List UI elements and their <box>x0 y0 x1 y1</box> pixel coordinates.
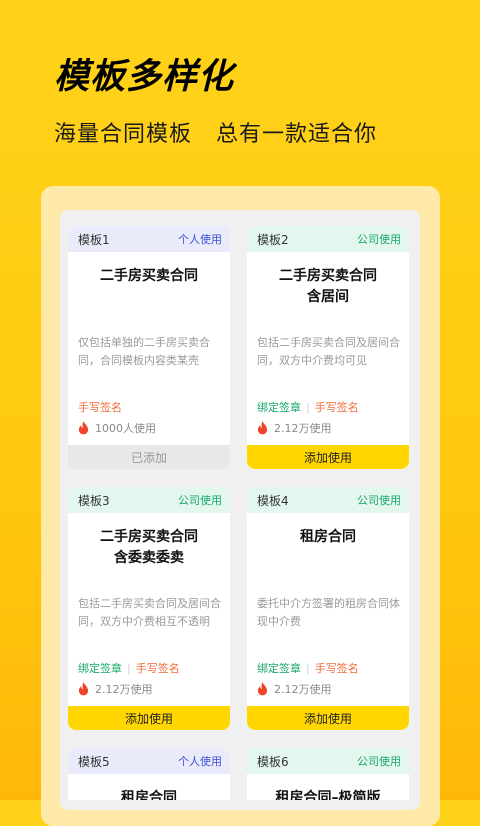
template-label: 模板6 <box>257 754 289 769</box>
template-label: 模板1 <box>78 232 110 247</box>
template-card-1[interactable]: 模板1 个人使用 二手房买卖合同 仅包括单独的二手房买卖合同，合同模板内容类某壳… <box>68 226 230 469</box>
template-label: 模板5 <box>78 754 110 769</box>
template-card-4[interactable]: 模板4 公司使用 租房合同 委托中介方签署的租房合同体现中介费 绑定签章 | 手… <box>247 487 409 730</box>
add-use-button[interactable]: 添加使用 <box>247 445 409 469</box>
template-description: 包括二手房买卖合同及居间合同，双方中介费均可见 <box>257 336 400 367</box>
add-use-button[interactable]: 添加使用 <box>247 706 409 730</box>
usage-count: 2.12万使用 <box>78 681 153 697</box>
usage-type-tag: 个人使用 <box>178 755 222 768</box>
headline: 模板多样化 <box>54 57 235 97</box>
signature-tags: 绑定签章 | 手写签名 <box>257 660 359 676</box>
template-title: 租房合同 <box>121 790 177 800</box>
template-title: 二手房买卖合同 含委卖委卖 <box>100 529 198 566</box>
fire-icon <box>78 682 89 696</box>
usage-count: 2.12万使用 <box>257 681 332 697</box>
bind-seal-tag: 绑定签章 <box>78 662 122 675</box>
fire-icon <box>257 421 268 435</box>
usage-count: 2.12万使用 <box>257 420 332 436</box>
fire-icon <box>78 421 89 435</box>
template-title: 二手房买卖合同 含居间 <box>279 268 377 305</box>
card-header: 模板3 公司使用 <box>68 487 230 513</box>
signature-tags: 绑定签章 | 手写签名 <box>257 399 359 415</box>
template-card-5[interactable]: 模板5 个人使用 租房合同 <box>68 748 230 800</box>
template-card-3[interactable]: 模板3 公司使用 二手房买卖合同 含委卖委卖 包括二手房买卖合同及居间合同，双方… <box>68 487 230 730</box>
handwrite-sign-tag: 手写签名 <box>78 401 122 414</box>
usage-type-tag: 公司使用 <box>357 494 401 507</box>
usage-type-tag: 公司使用 <box>357 233 401 246</box>
handwrite-sign-tag: 手写签名 <box>314 401 359 414</box>
template-card-2[interactable]: 模板2 公司使用 二手房买卖合同 含居间 包括二手房买卖合同及居间合同，双方中介… <box>247 226 409 469</box>
card-header: 模板5 个人使用 <box>68 748 230 774</box>
template-title: 租房合同–极简版 <box>275 790 381 800</box>
tag-divider: | <box>127 661 131 675</box>
template-title: 租房合同 <box>300 529 356 545</box>
handwrite-sign-tag: 手写签名 <box>314 662 359 675</box>
usage-count: 1000人使用 <box>78 420 156 436</box>
card-header: 模板2 公司使用 <box>247 226 409 252</box>
card-header: 模板4 公司使用 <box>247 487 409 513</box>
added-button[interactable]: 已添加 <box>68 445 230 469</box>
template-card-6[interactable]: 模板6 公司使用 租房合同–极简版 <box>247 748 409 800</box>
bind-seal-tag: 绑定签章 <box>257 662 301 675</box>
template-label: 模板4 <box>257 493 289 508</box>
template-label: 模板3 <box>78 493 110 508</box>
usage-type-tag: 个人使用 <box>178 233 222 246</box>
add-use-button[interactable]: 添加使用 <box>68 706 230 730</box>
signature-tags: 绑定签章 | 手写签名 <box>78 660 180 676</box>
tag-divider: | <box>306 400 310 414</box>
tag-divider: | <box>306 661 310 675</box>
template-description: 仅包括单独的二手房买卖合同，合同模板内容类某壳 <box>78 336 210 367</box>
usage-type-tag: 公司使用 <box>178 494 222 507</box>
bind-seal-tag: 绑定签章 <box>257 401 301 414</box>
template-title: 二手房买卖合同 <box>100 268 198 284</box>
card-header: 模板1 个人使用 <box>68 226 230 252</box>
fire-icon <box>257 682 268 696</box>
card-header: 模板6 公司使用 <box>247 748 409 774</box>
template-description: 包括二手房买卖合同及居间合同，双方中介费相互不透明 <box>78 597 221 628</box>
subheadline: 海量合同模板 总有一款适合你 <box>54 122 377 147</box>
signature-tags: 手写签名 <box>78 399 122 415</box>
template-description: 委托中介方签署的租房合同体现中介费 <box>257 597 400 628</box>
template-label: 模板2 <box>257 232 289 247</box>
handwrite-sign-tag: 手写签名 <box>135 662 180 675</box>
usage-type-tag: 公司使用 <box>357 755 401 768</box>
